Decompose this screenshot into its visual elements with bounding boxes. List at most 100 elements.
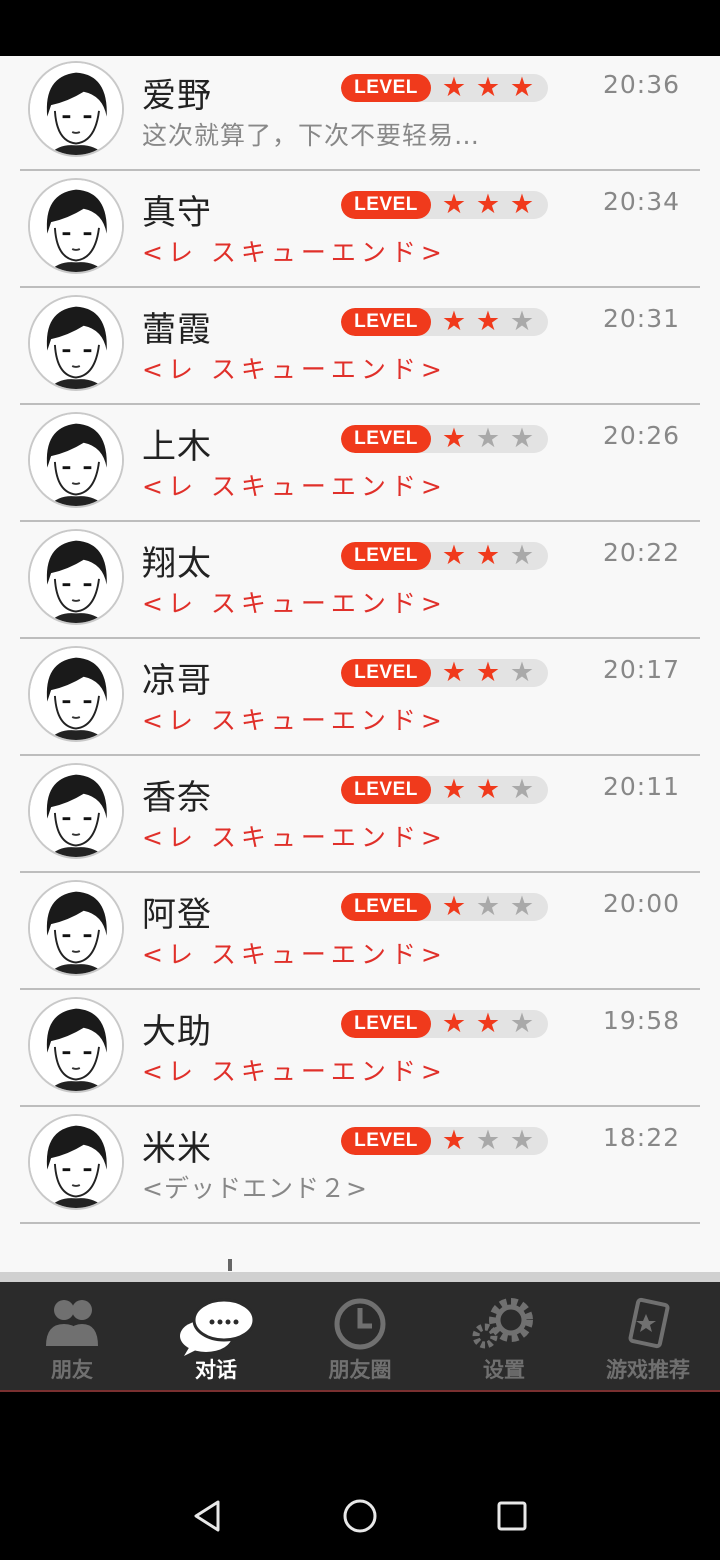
level-badge: LEVEL ★ ★ ★ xyxy=(341,893,548,921)
home-icon[interactable] xyxy=(340,1496,380,1536)
last-message: <レ スキューエンド> xyxy=(142,1057,447,1086)
avatar[interactable] xyxy=(28,646,124,742)
avatar[interactable] xyxy=(28,61,124,157)
conversation-row[interactable]: 蕾霞 <レ スキューエンド> LEVEL ★ ★ ★ 20:31 xyxy=(0,288,720,405)
contact-name: 真守 xyxy=(142,193,212,233)
level-stars: ★ ★ ★ xyxy=(437,542,547,570)
tab-chat[interactable]: 对话 xyxy=(144,1282,288,1390)
message-time: 20:00 xyxy=(602,889,680,918)
star-empty-icon: ★ xyxy=(475,893,501,921)
star-filled-icon: ★ xyxy=(441,74,467,102)
level-stars: ★ ★ ★ xyxy=(437,74,547,102)
avatar[interactable] xyxy=(28,178,124,274)
star-filled-icon: ★ xyxy=(475,776,501,804)
star-filled-icon: ★ xyxy=(475,659,501,687)
level-badge: LEVEL ★ ★ ★ xyxy=(341,1010,548,1038)
avatar[interactable] xyxy=(28,997,124,1093)
level-tag: LEVEL xyxy=(341,776,431,804)
star-filled-icon: ★ xyxy=(509,191,535,219)
level-badge: LEVEL ★ ★ ★ xyxy=(341,1127,548,1155)
conversation-row[interactable]: 香奈 <レ スキューエンド> LEVEL ★ ★ ★ 20:11 xyxy=(0,756,720,873)
star-filled-icon: ★ xyxy=(441,1127,467,1155)
conversation-row[interactable]: 上木 <レ スキューエンド> LEVEL ★ ★ ★ 20:26 xyxy=(0,405,720,522)
contact-name: 翔太 xyxy=(142,544,212,584)
tab-game-recommend[interactable]: 游戏推荐 xyxy=(576,1282,720,1390)
star-empty-icon: ★ xyxy=(509,1127,535,1155)
star-filled-icon: ★ xyxy=(441,542,467,570)
conversation-list[interactable]: 爱野 这次就算了，下次不要轻易… LEVEL ★ ★ ★ 20:36 真守 <レ ス… xyxy=(0,56,720,1272)
tab-moments[interactable]: 朋友圈 xyxy=(288,1282,432,1390)
star-filled-icon: ★ xyxy=(441,776,467,804)
contact-name: 凉哥 xyxy=(142,661,212,701)
tab-friends[interactable]: 朋友 xyxy=(0,1282,144,1390)
last-message: 这次就算了，下次不要轻易… xyxy=(142,121,481,150)
last-message: <レ スキューエンド> xyxy=(142,355,447,384)
star-empty-icon: ★ xyxy=(509,542,535,570)
level-stars: ★ ★ ★ xyxy=(437,659,547,687)
last-message: <レ スキューエンド> xyxy=(142,940,447,969)
level-stars: ★ ★ ★ xyxy=(437,776,547,804)
level-badge: LEVEL ★ ★ ★ xyxy=(341,191,548,219)
message-time: 20:36 xyxy=(602,70,680,99)
gear-icon xyxy=(472,1298,533,1349)
last-message: <レ スキューエンド> xyxy=(142,472,447,501)
contact-name: 大助 xyxy=(142,1012,212,1052)
level-badge: LEVEL ★ ★ ★ xyxy=(341,776,548,804)
avatar[interactable] xyxy=(28,1114,124,1210)
conversation-row[interactable]: 真守 <レ スキューエンド> LEVEL ★ ★ ★ 20:34 xyxy=(0,171,720,288)
contact-name: 米米 xyxy=(142,1129,212,1169)
system-navigation-bar xyxy=(0,1392,720,1560)
avatar[interactable] xyxy=(28,529,124,625)
star-empty-icon: ★ xyxy=(509,893,535,921)
contact-name: 阿登 xyxy=(142,895,212,935)
message-time: 20:17 xyxy=(602,655,680,684)
star-filled-icon: ★ xyxy=(475,191,501,219)
last-message: <レ スキューエンド> xyxy=(142,589,447,618)
avatar[interactable] xyxy=(28,412,124,508)
message-time: 20:11 xyxy=(602,772,680,801)
star-filled-icon: ★ xyxy=(475,74,501,102)
level-badge: LEVEL ★ ★ ★ xyxy=(341,542,548,570)
avatar[interactable] xyxy=(28,880,124,976)
avatar[interactable] xyxy=(28,763,124,859)
conversation-row[interactable]: 大助 <レ スキューエンド> LEVEL ★ ★ ★ 19:58 xyxy=(0,990,720,1107)
conversation-row[interactable]: 爱野 这次就算了，下次不要轻易… LEVEL ★ ★ ★ 20:36 xyxy=(0,56,720,171)
message-time: 18:22 xyxy=(602,1123,680,1152)
star-empty-icon: ★ xyxy=(509,776,535,804)
level-stars: ★ ★ ★ xyxy=(437,1010,547,1038)
level-badge: LEVEL ★ ★ ★ xyxy=(341,308,548,336)
tab-label: 朋友圈 xyxy=(328,1358,392,1382)
level-stars: ★ ★ ★ xyxy=(437,425,547,453)
star-filled-icon: ★ xyxy=(441,308,467,336)
star-filled-icon: ★ xyxy=(475,542,501,570)
recents-icon[interactable] xyxy=(492,1496,532,1536)
clock-icon xyxy=(334,1298,386,1350)
level-stars: ★ ★ ★ xyxy=(437,1127,547,1155)
level-tag: LEVEL xyxy=(341,425,431,453)
tab-settings[interactable]: 设置 xyxy=(432,1282,576,1390)
contact-name: 蕾霞 xyxy=(142,310,212,350)
conversation-row[interactable]: 凉哥 <レ スキューエンド> LEVEL ★ ★ ★ 20:17 xyxy=(0,639,720,756)
last-message: <レ スキューエンド> xyxy=(142,706,447,735)
star-empty-icon: ★ xyxy=(509,425,535,453)
friends-icon xyxy=(46,1300,98,1346)
level-tag: LEVEL xyxy=(341,1010,431,1038)
avatar[interactable] xyxy=(28,295,124,391)
message-time: 20:34 xyxy=(602,187,680,216)
back-icon[interactable] xyxy=(188,1496,228,1536)
conversation-row[interactable]: 阿登 <レ スキューエンド> LEVEL ★ ★ ★ 20:00 xyxy=(0,873,720,990)
level-badge: LEVEL ★ ★ ★ xyxy=(341,74,548,102)
star-empty-icon: ★ xyxy=(475,425,501,453)
level-stars: ★ ★ ★ xyxy=(437,893,547,921)
level-tag: LEVEL xyxy=(341,74,431,102)
contact-name: 上木 xyxy=(142,427,212,467)
last-message: <レ スキューエンド> xyxy=(142,823,447,852)
conversation-row[interactable]: 米米 <デッドエンド２> LEVEL ★ ★ ★ 18:22 xyxy=(0,1107,720,1224)
star-empty-icon: ★ xyxy=(509,659,535,687)
conversation-row[interactable]: 翔太 <レ スキューエンド> LEVEL ★ ★ ★ 20:22 xyxy=(0,522,720,639)
last-message: <デッドエンド２> xyxy=(142,1174,368,1203)
star-filled-icon: ★ xyxy=(441,425,467,453)
star-filled-icon: ★ xyxy=(475,1010,501,1038)
message-time: 20:22 xyxy=(602,538,680,567)
contact-name: 香奈 xyxy=(142,778,212,818)
